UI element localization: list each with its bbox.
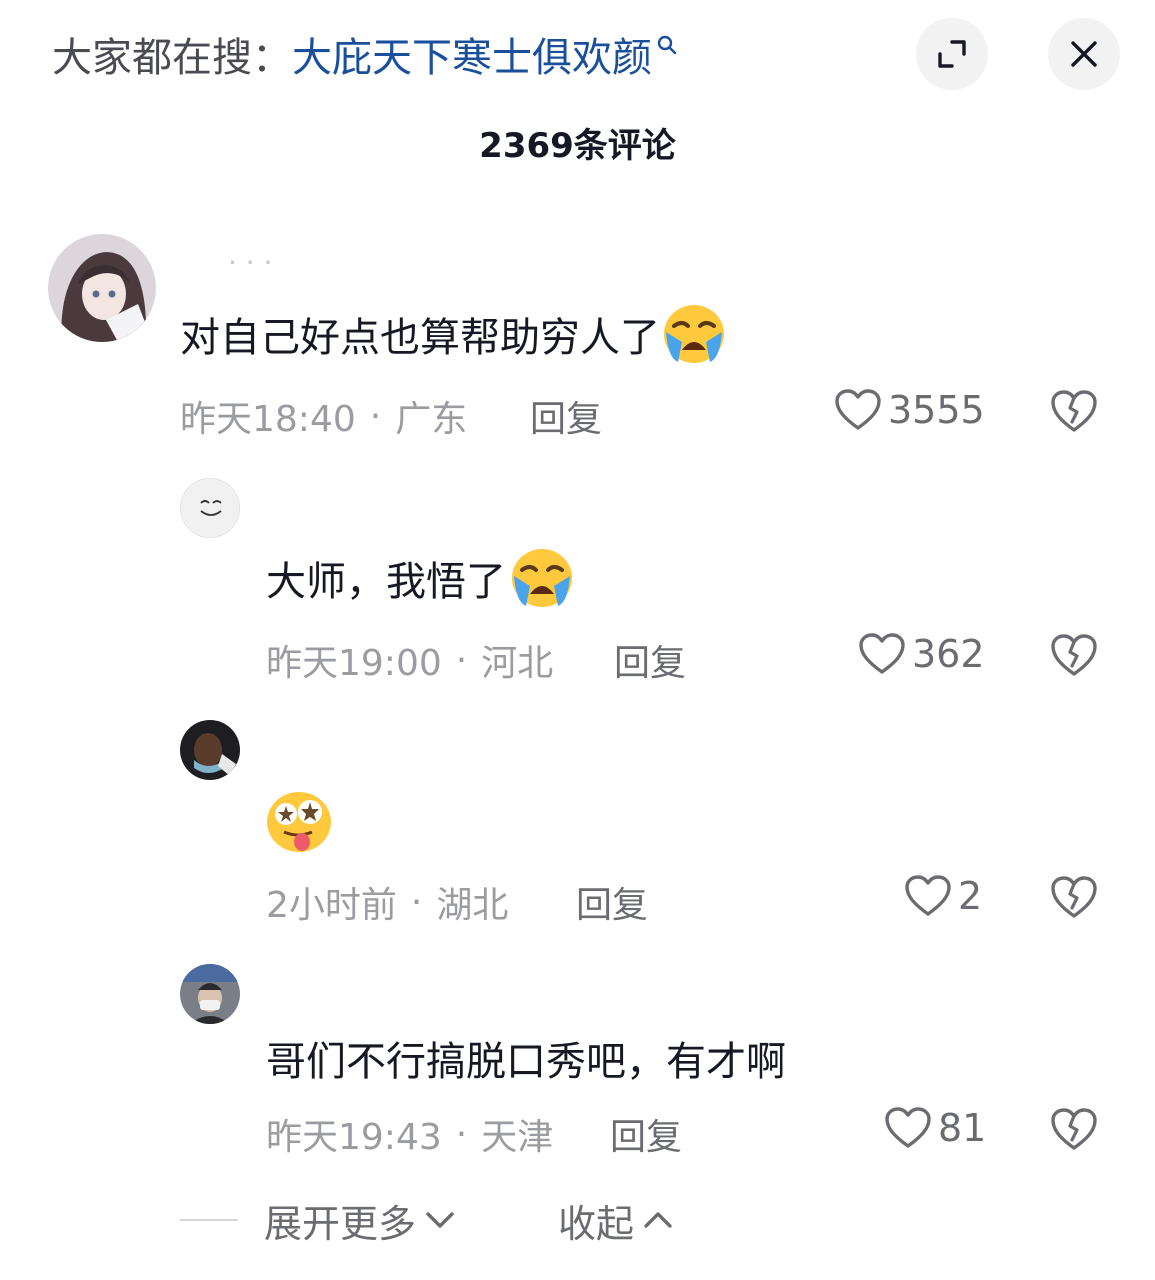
dislike-button[interactable] [1050,632,1098,682]
broken-heart-icon [1051,1108,1097,1150]
like-button[interactable]: 362 [858,632,985,676]
comment-text: 对自己好点也算帮助穷人了 [180,302,728,366]
dislike-button[interactable] [1050,874,1098,924]
comment-text-content: 大师，我悟了 [266,559,506,605]
search-icon [657,35,677,55]
search-prefix: 大家都在搜： [52,35,292,81]
fullscreen-button[interactable] [916,18,988,90]
username[interactable]: · · · [228,246,273,279]
avatar[interactable] [180,478,240,538]
broken-heart-icon [1051,876,1097,918]
comment-panel: 大家都在搜： 大庇天下寒士俱欢颜 2369条评论 · · · 对自己好点也算帮助… [0,0,1155,1280]
close-button[interactable] [1048,18,1120,90]
dizzy-tongue-face-emoji [267,792,331,852]
collapse-label: 收起 [558,1201,635,1246]
comment-meta: 昨天19:00 · 河北 [266,634,553,686]
like-button[interactable]: 2 [904,874,982,918]
loudly-crying-face-emoji [664,305,724,363]
heart-icon [859,633,905,674]
like-count: 362 [912,632,985,676]
comment-location: 广东 [395,399,468,440]
comment-text-content: 哥们不行搞脱口秀吧，有才啊 [266,1039,786,1085]
chevron-down-icon [426,1212,454,1228]
heart-icon [885,1107,931,1148]
comment-time: 昨天19:00 [266,643,442,684]
avatar-image [180,720,240,780]
close-icon [1071,41,1097,67]
search-suggestion[interactable]: 大家都在搜： 大庇天下寒士俱欢颜 [52,25,678,83]
replies-toggle-row: 展开更多 收起 [180,1192,674,1248]
comment-count-title: 2369条评论 [479,126,676,166]
comment-text-content: 对自己好点也算帮助穷人了 [180,315,660,361]
reply-button[interactable]: 回复 [530,390,602,442]
avatar[interactable] [180,964,240,1024]
expand-more-button[interactable]: 展开更多 [264,1193,456,1248]
avatar[interactable] [48,234,156,342]
comment-text [264,790,334,854]
avatar-image [180,964,240,1024]
comment-meta: 昨天18:40 · 广东 [180,390,467,442]
separator-dot: · [369,395,382,437]
comment-text: 大师，我悟了 [266,546,578,610]
like-count: 81 [938,1106,987,1150]
expand-icon [938,40,966,68]
avatar-image [181,479,239,537]
chevron-up-icon [644,1212,672,1228]
divider-line [180,1219,238,1221]
separator-dot: · [455,1113,468,1155]
comment-time: 2小时前 [266,885,397,926]
like-count: 2 [958,874,983,918]
comment-location: 河北 [481,643,554,684]
dislike-button[interactable] [1050,388,1098,438]
avatar-image [48,234,156,342]
comment-time: 昨天19:43 [266,1117,442,1158]
separator-dot: · [410,881,423,923]
collapse-button[interactable]: 收起 [558,1193,674,1248]
reply-button[interactable]: 回复 [576,876,648,928]
broken-heart-icon [1051,634,1097,676]
avatar[interactable] [180,720,240,780]
comment-location: 天津 [481,1117,554,1158]
comment-text: 哥们不行搞脱口秀吧，有才啊 [266,1030,786,1086]
like-count: 3555 [888,388,985,432]
like-button[interactable]: 3555 [834,388,985,432]
like-button[interactable]: 81 [884,1106,986,1150]
comment-location: 湖北 [436,885,509,926]
heart-icon [905,875,951,916]
comment-meta: 2小时前 · 湖北 [266,876,508,928]
comment-time: 昨天18:40 [180,399,356,440]
broken-heart-icon [1051,390,1097,432]
reply-button[interactable]: 回复 [610,1108,682,1160]
search-term-text: 大庇天下寒士俱欢颜 [292,35,652,81]
comment-meta: 昨天19:43 · 天津 [266,1108,553,1160]
loudly-crying-face-emoji [512,549,572,607]
heart-icon [835,389,881,430]
search-term-link[interactable]: 大庇天下寒士俱欢颜 [292,25,678,83]
expand-more-label: 展开更多 [264,1201,417,1246]
dislike-button[interactable] [1050,1106,1098,1156]
reply-button[interactable]: 回复 [614,634,686,686]
separator-dot: · [455,639,468,681]
